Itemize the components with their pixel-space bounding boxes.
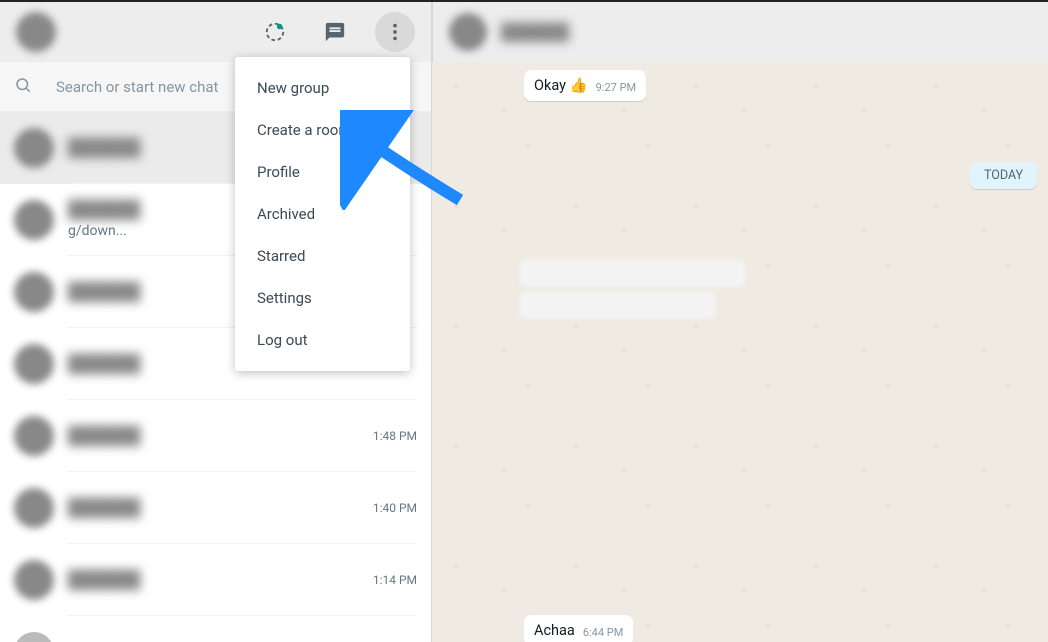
chat-avatar [14,344,54,384]
message-time: 6:44 PM [583,626,623,639]
status-icon[interactable] [255,12,295,52]
header-actions [255,12,415,52]
menu-item-profile[interactable]: Profile [235,151,410,193]
date-chip: TODAY [970,162,1037,189]
menu-dropdown: New groupCreate a roomProfileArchivedSta… [235,57,410,371]
menu-icon[interactable] [375,12,415,52]
message-text: Achaa [534,622,575,639]
message-time: 9:27 PM [596,81,636,94]
sidebar-header [0,2,431,62]
chat-avatar [14,200,54,240]
contact-avatar[interactable] [449,13,487,51]
contact-name: ██████ [501,22,569,42]
message-text: Okay 👍 [534,77,588,94]
chat-name: ██████ [68,570,140,590]
new-chat-icon[interactable] [315,12,355,52]
chat-name: ██████ [68,200,140,220]
chat-avatar [14,560,54,600]
chat-time: 1:40 PM [373,501,417,515]
menu-item-create-a-room[interactable]: Create a room [235,109,410,151]
redacted-message [520,291,715,319]
chat-meta: ██████ 1:14 PM [68,544,417,616]
message-bubble: Okay 👍 9:27 PM [524,70,646,101]
conversation-header: ██████ [432,2,1048,62]
menu-item-settings[interactable]: Settings [235,277,410,319]
chat-name: ██████ [68,498,140,518]
chat-name: ██████ [68,426,140,446]
doodle-background [432,62,1048,642]
chat-item[interactable]: ██████ 1:40 PM [0,472,431,544]
chat-time: 1:14 PM [373,573,417,587]
menu-item-starred[interactable]: Starred [235,235,410,277]
chat-avatar [14,128,54,168]
chat-name: ██████ [68,354,140,374]
message-bubble: Achaa 6:44 PM [524,615,633,642]
redacted-message [520,259,745,287]
chat-time: 1:48 PM [373,429,417,443]
menu-item-new-group[interactable]: New group [235,67,410,109]
conversation-pane: ██████ Okay 👍 9:27 PM TODAY Achaa 6:44 P… [432,2,1048,642]
chat-avatar [14,632,54,642]
chat-item[interactable]: ██████ 1:14 PM [0,544,431,616]
self-avatar[interactable] [16,12,56,52]
chat-avatar [14,488,54,528]
chat-meta: ██████ 1:48 PM [68,400,417,472]
menu-item-log-out[interactable]: Log out [235,319,410,361]
menu-item-archived[interactable]: Archived [235,193,410,235]
chat-meta: Ram Mandir @5 Augyesterday [68,616,417,642]
chat-name: ██████ [68,282,140,302]
messages-area[interactable]: Okay 👍 9:27 PM TODAY Achaa 6:44 PM [432,62,1048,642]
sidebar: ████████████g/down...██████████████████1… [0,2,432,642]
chat-avatar [14,272,54,312]
search-icon [14,76,32,98]
chat-item[interactable]: Ram Mandir @5 Augyesterday [0,616,431,642]
chat-name: ██████ [68,138,140,158]
chat-item[interactable]: ██████ 1:48 PM [0,400,431,472]
chat-avatar [14,416,54,456]
chat-meta: ██████ 1:40 PM [68,472,417,544]
